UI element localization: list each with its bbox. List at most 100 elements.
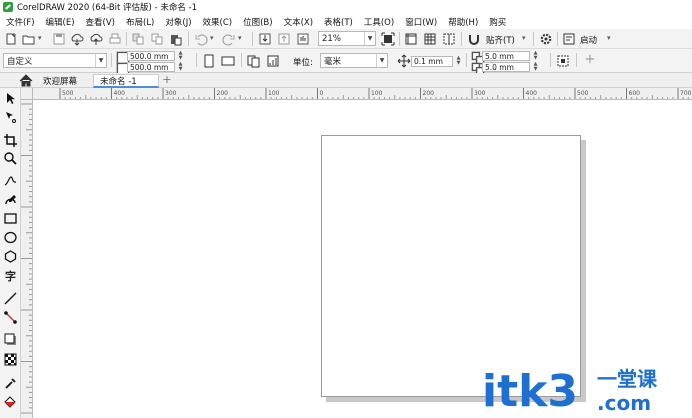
spin-arrows-icon[interactable]: ▲ ▼ (453, 56, 464, 66)
nudge-distance-input[interactable]: 0.1 mm ▲ ▼ (411, 56, 460, 67)
toolbar-separator (461, 32, 462, 46)
menu-view[interactable]: 查看(V) (86, 16, 115, 28)
menu-bitmaps[interactable]: 位图(B) (243, 16, 272, 28)
undo-icon[interactable] (194, 32, 208, 46)
ruler-label: 100 (268, 90, 280, 97)
menu-table[interactable]: 表格(T) (324, 16, 353, 28)
interactive-fill-tool-icon[interactable] (3, 395, 18, 410)
zoom-tool-icon[interactable] (3, 151, 18, 166)
paste-icon[interactable] (169, 32, 183, 46)
ruler-origin-corner[interactable] (21, 88, 33, 100)
cloud-export-icon[interactable] (89, 32, 103, 46)
units-label: 单位: (293, 58, 313, 68)
snap-dropdown-icon[interactable]: ▾ (522, 34, 526, 42)
spin-arrows-icon[interactable]: ▲ ▼ (530, 51, 541, 61)
page-width-value: 500.0 mm (130, 52, 169, 61)
copy-icon[interactable] (150, 32, 164, 46)
nudge-distance-icon (397, 54, 411, 68)
landscape-icon[interactable] (221, 54, 235, 68)
menu-buy[interactable]: 购买 (489, 16, 506, 28)
transparency-tool-icon[interactable] (3, 352, 18, 367)
toolbar-separator (466, 53, 467, 67)
add-plus-icon[interactable]: + (583, 53, 597, 68)
spin-arrows-icon[interactable]: ▲ ▼ (530, 62, 541, 72)
snap-to-label[interactable]: 贴齐(T) (486, 34, 515, 46)
cloud-import-icon[interactable] (70, 32, 84, 46)
duplicate-y-input[interactable]: 5.0 mm ▲ ▼ (482, 62, 537, 72)
spin-arrows-icon[interactable]: ▲ ▼ (175, 51, 186, 61)
ruler-label: 0 (320, 90, 324, 97)
menu-layout[interactable]: 布局(L) (126, 16, 154, 28)
document-page[interactable] (321, 135, 581, 397)
shape-tool-icon[interactable] (3, 109, 18, 124)
redo-icon[interactable] (222, 32, 236, 46)
page-height-input[interactable]: 500.0 mm ▲ ▼ (127, 62, 182, 72)
print-icon[interactable] (108, 32, 122, 46)
home-icon[interactable] (19, 74, 33, 87)
drop-shadow-tool-icon[interactable] (3, 332, 18, 347)
vertical-ruler[interactable] (21, 100, 33, 418)
menu-object[interactable]: 对象(J) (165, 16, 191, 28)
rectangle-tool-icon[interactable] (3, 211, 18, 226)
zoom-level-select[interactable]: 21% ▼ (318, 31, 376, 46)
menu-tools[interactable]: 工具(O) (364, 16, 394, 28)
launch-dropdown-icon[interactable]: ▾ (607, 34, 611, 42)
undo-dropdown-icon[interactable]: ▾ (210, 34, 214, 42)
toolbar-separator (126, 32, 127, 46)
full-screen-icon[interactable] (381, 32, 395, 46)
menu-effects[interactable]: 效果(C) (203, 16, 233, 28)
open-folder-icon[interactable] (22, 32, 36, 46)
show-rulers-icon[interactable] (404, 32, 418, 46)
all-pages-icon[interactable] (247, 54, 261, 68)
page-height-value: 500.0 mm (130, 63, 169, 72)
menu-window[interactable]: 窗口(W) (405, 16, 437, 28)
ruler-label: 300 (474, 90, 486, 97)
treat-as-filled-icon[interactable] (556, 54, 570, 68)
publish-pdf-icon[interactable] (296, 32, 310, 46)
tab-document[interactable]: 未命名 -1 (93, 74, 159, 88)
menu-text[interactable]: 文本(X) (284, 16, 313, 28)
save-icon[interactable] (52, 32, 66, 46)
polygon-tool-icon[interactable] (3, 249, 18, 264)
crop-tool-icon[interactable] (3, 133, 18, 148)
page-width-input[interactable]: 500.0 mm ▲ ▼ (127, 51, 182, 61)
duplicate-x-input[interactable]: 5.0 mm ▲ ▼ (482, 51, 537, 61)
toolbar-separator (557, 32, 558, 46)
launch-label[interactable]: 启动 (580, 34, 597, 46)
add-tab-icon[interactable]: + (161, 74, 173, 87)
gear-icon[interactable] (539, 32, 553, 46)
connector-tool-icon[interactable] (3, 310, 18, 325)
ellipse-tool-icon[interactable] (3, 230, 18, 245)
tab-welcome-screen[interactable]: 欢迎屏幕 (37, 74, 91, 88)
cut-icon[interactable] (131, 32, 145, 46)
toolbar-separator (252, 32, 253, 46)
freehand-tool-icon[interactable] (3, 173, 18, 188)
menu-edit[interactable]: 编辑(E) (46, 16, 75, 28)
show-guidelines-icon[interactable] (442, 32, 456, 46)
new-document-icon[interactable] (4, 32, 18, 46)
toolbar-separator (241, 53, 242, 67)
current-page-icon[interactable] (266, 54, 280, 68)
menu-help[interactable]: 帮助(H) (448, 16, 478, 28)
spin-arrows-icon[interactable]: ▲ ▼ (175, 62, 186, 72)
page-size-value: 自定义 (7, 56, 33, 67)
watermark-domain: .com (597, 391, 651, 414)
units-select[interactable]: 毫米 ▼ (320, 53, 388, 68)
portrait-icon[interactable] (202, 54, 216, 68)
import-icon[interactable] (258, 32, 272, 46)
artistic-media-tool-icon[interactable] (3, 192, 18, 207)
export-icon[interactable] (277, 32, 291, 46)
horizontal-ruler[interactable]: 500 400 300 200 100 0 100 200 300 400 500 600 700 (33, 88, 692, 100)
menu-file[interactable]: 文件(F) (6, 16, 35, 28)
open-dropdown-icon[interactable]: ▾ (38, 34, 42, 42)
parallel-dimension-tool-icon[interactable] (3, 291, 18, 306)
pick-tool-icon[interactable] (3, 91, 18, 106)
redo-dropdown-icon[interactable]: ▾ (238, 34, 242, 42)
eyedropper-tool-icon[interactable] (3, 376, 18, 391)
launch-icon[interactable] (562, 32, 576, 46)
show-grid-icon[interactable] (423, 32, 437, 46)
ruler-label: 500 (577, 90, 589, 97)
text-tool-icon[interactable]: 字 (3, 269, 18, 284)
page-size-select[interactable]: 自定义 ▼ (3, 53, 107, 68)
snap-to-icon[interactable] (467, 32, 481, 46)
